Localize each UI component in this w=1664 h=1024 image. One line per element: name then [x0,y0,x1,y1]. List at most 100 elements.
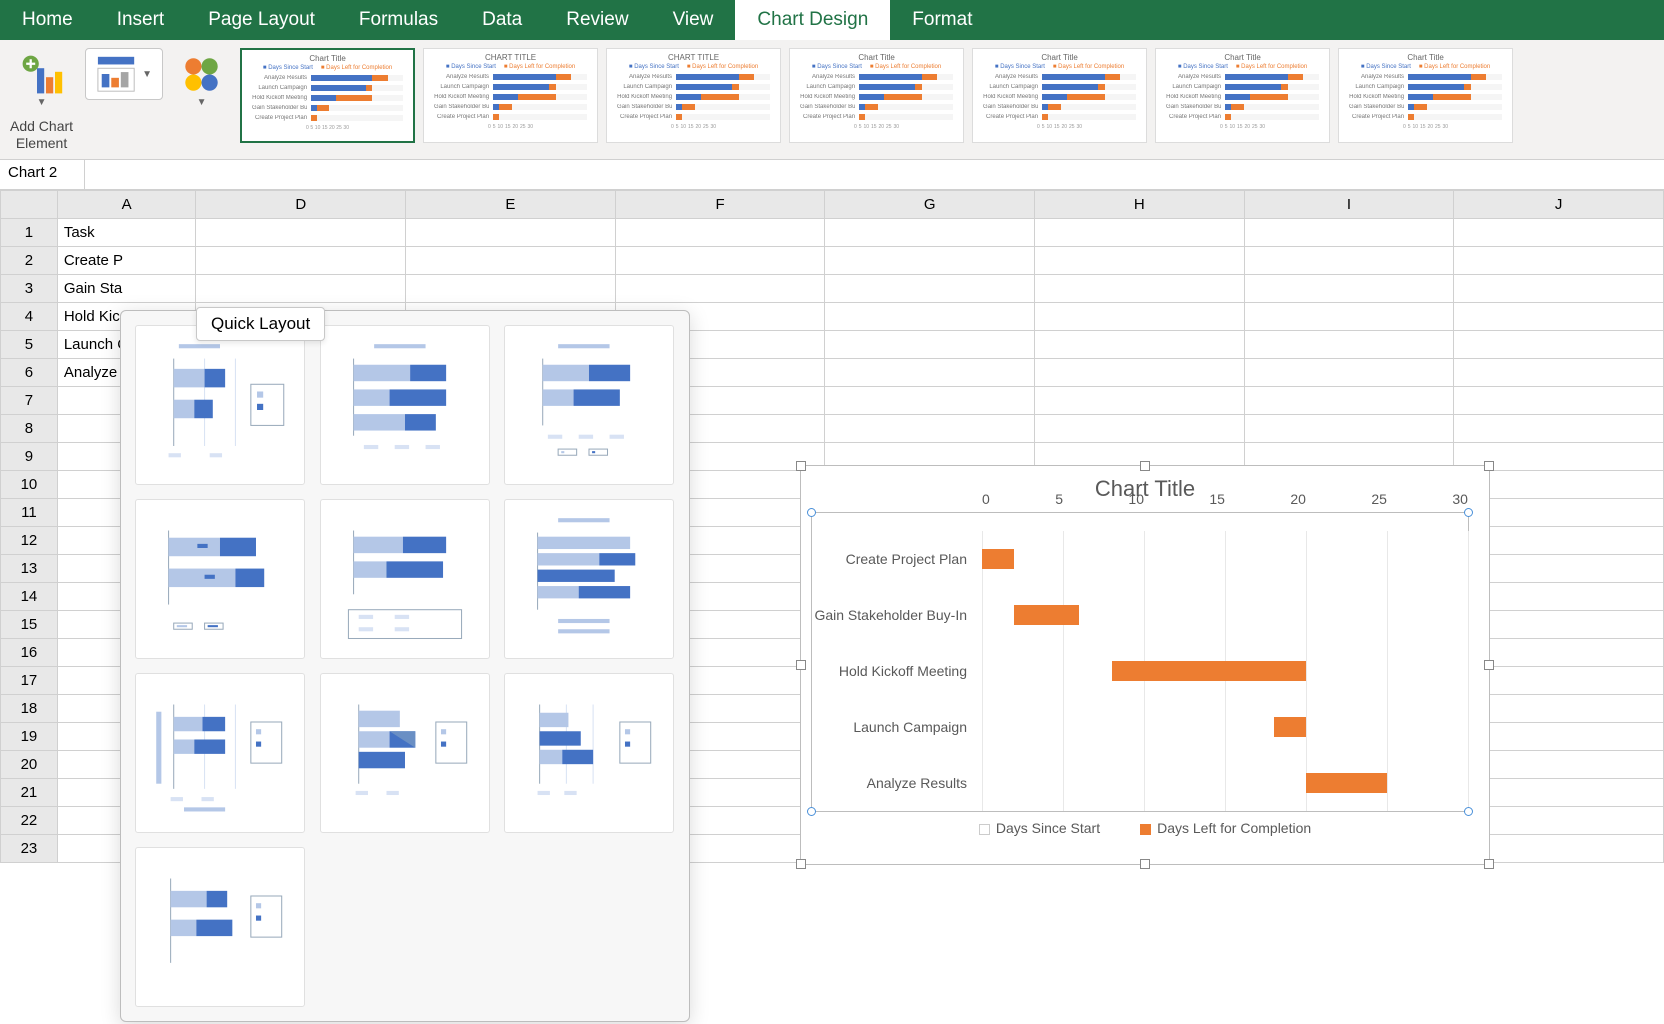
bar-segment[interactable] [1274,717,1306,737]
resize-handle[interactable] [1484,660,1494,670]
cell-H1[interactable] [1034,219,1244,247]
row-header[interactable]: 5 [1,331,58,359]
row-header[interactable]: 17 [1,667,58,695]
selection-handle[interactable] [807,807,816,816]
bar-segment[interactable] [1306,773,1387,793]
row-header[interactable]: 18 [1,695,58,723]
row-header[interactable]: 9 [1,443,58,471]
tab-insert[interactable]: Insert [95,0,187,40]
cell-I8[interactable] [1244,415,1454,443]
add-chart-element-button[interactable]: ▼ [15,48,68,112]
row-header[interactable]: 3 [1,275,58,303]
cell-J3[interactable] [1454,275,1664,303]
row-header[interactable]: 4 [1,303,58,331]
chart-object[interactable]: Chart Title 051015202530 Create Project … [800,465,1490,865]
chart-style-option-4[interactable]: Chart Title Days Since StartDays Left fo… [789,48,964,143]
cell-J4[interactable] [1454,303,1664,331]
column-header[interactable]: A [57,191,196,219]
tab-data[interactable]: Data [460,0,544,40]
cell-A1[interactable]: Task [57,219,196,247]
cell-I3[interactable] [1244,275,1454,303]
row-header[interactable]: 1 [1,219,58,247]
tab-review[interactable]: Review [544,0,650,40]
tab-home[interactable]: Home [0,0,95,40]
cell-E1[interactable] [406,219,616,247]
row-header[interactable]: 12 [1,527,58,555]
cell-I7[interactable] [1244,387,1454,415]
quick-layout-option-7[interactable] [135,673,305,833]
cell-I2[interactable] [1244,247,1454,275]
row-header[interactable]: 19 [1,723,58,751]
quick-layout-option-9[interactable] [504,673,674,833]
cell-G3[interactable] [825,275,1035,303]
selection-handle[interactable] [807,508,816,517]
chart-style-option-3[interactable]: CHART TITLE Days Since StartDays Left fo… [606,48,781,143]
chart-style-option-7[interactable]: Chart Title Days Since StartDays Left fo… [1338,48,1513,143]
cell-J2[interactable] [1454,247,1664,275]
cell-F3[interactable] [615,275,825,303]
quick-layout-button[interactable]: ▼ [85,48,163,100]
row-header[interactable]: 11 [1,499,58,527]
cell-F2[interactable] [615,247,825,275]
cell-H2[interactable] [1034,247,1244,275]
cell-J6[interactable] [1454,359,1664,387]
tab-format[interactable]: Format [890,0,994,40]
cell-I4[interactable] [1244,303,1454,331]
resize-handle[interactable] [1484,461,1494,471]
row-header[interactable]: 8 [1,415,58,443]
cell-I5[interactable] [1244,331,1454,359]
quick-layout-option-3[interactable] [504,325,674,485]
column-header[interactable]: E [406,191,616,219]
row-header[interactable]: 10 [1,471,58,499]
row-header[interactable]: 20 [1,751,58,779]
chart-plot-area[interactable]: 051015202530 Create Project PlanGain Sta… [811,512,1469,812]
chart-legend[interactable]: Days Since Start Days Left for Completio… [801,812,1489,844]
quick-layout-option-10[interactable] [135,847,305,1007]
row-header[interactable]: 2 [1,247,58,275]
column-header[interactable]: D [196,191,406,219]
cell-D2[interactable] [196,247,406,275]
quick-layout-option-8[interactable] [320,673,490,833]
cell-D3[interactable] [196,275,406,303]
chart-style-option-6[interactable]: Chart Title Days Since StartDays Left fo… [1155,48,1330,143]
cell-G1[interactable] [825,219,1035,247]
cell-H8[interactable] [1034,415,1244,443]
row-header[interactable]: 13 [1,555,58,583]
cell-G8[interactable] [825,415,1035,443]
row-header[interactable]: 21 [1,779,58,807]
row-header[interactable]: 22 [1,807,58,835]
cell-F1[interactable] [615,219,825,247]
cell-H5[interactable] [1034,331,1244,359]
cell-J7[interactable] [1454,387,1664,415]
row-header[interactable]: 6 [1,359,58,387]
cell-I1[interactable] [1244,219,1454,247]
tab-page-layout[interactable]: Page Layout [186,0,337,40]
cell-A2[interactable]: Create P [57,247,196,275]
resize-handle[interactable] [1140,461,1150,471]
cell-H3[interactable] [1034,275,1244,303]
cell-H4[interactable] [1034,303,1244,331]
quick-layout-option-4[interactable] [135,499,305,659]
column-header[interactable]: F [615,191,825,219]
cell-D1[interactable] [196,219,406,247]
column-header[interactable]: I [1244,191,1454,219]
cell-E3[interactable] [406,275,616,303]
quick-layout-option-2[interactable] [320,325,490,485]
column-header[interactable]: G [825,191,1035,219]
row-header[interactable]: 7 [1,387,58,415]
quick-layout-option-5[interactable] [320,499,490,659]
resize-handle[interactable] [1140,859,1150,869]
cell-H6[interactable] [1034,359,1244,387]
quick-layout-option-6[interactable] [504,499,674,659]
resize-handle[interactable] [796,859,806,869]
cell-H7[interactable] [1034,387,1244,415]
cell-J8[interactable] [1454,415,1664,443]
column-header[interactable]: H [1034,191,1244,219]
selection-handle[interactable] [1464,807,1473,816]
chart-style-option-1[interactable]: Chart Title Days Since StartDays Left fo… [240,48,415,143]
bar-segment[interactable] [1112,661,1306,681]
resize-handle[interactable] [796,461,806,471]
bar-segment[interactable] [1014,605,1079,625]
cell-J5[interactable] [1454,331,1664,359]
chart-style-option-5[interactable]: Chart Title Days Since StartDays Left fo… [972,48,1147,143]
